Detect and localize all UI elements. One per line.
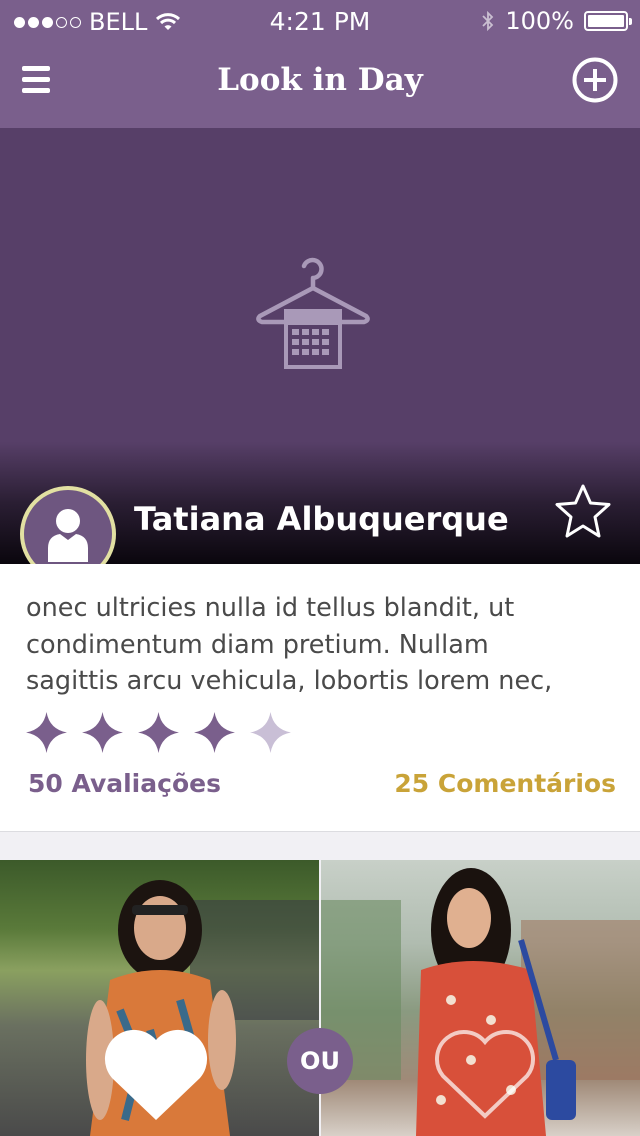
outfit-photo-right[interactable] (321, 860, 640, 1136)
rating-star-icon[interactable] (24, 710, 69, 755)
app-title: Look in Day (217, 62, 423, 98)
profile-name[interactable]: Tatiana Albuquerque (134, 500, 509, 538)
add-icon[interactable] (572, 57, 618, 103)
description-line: condimentum diam pretium. Nullam (26, 629, 489, 660)
battery-icon (584, 11, 632, 31)
star-outline-icon[interactable] (552, 482, 614, 542)
comments-link[interactable]: 25 Comentários (394, 769, 616, 798)
rating-star-icon[interactable] (248, 710, 293, 755)
status-right: 100% (481, 7, 632, 35)
hanger-calendar-icon (256, 257, 370, 369)
rating-star-icon[interactable] (136, 710, 181, 755)
bluetooth-icon (482, 10, 494, 32)
heart-icon[interactable] (102, 1028, 210, 1124)
avatar-icon (48, 509, 88, 562)
reviews-link[interactable]: 50 Avaliações (28, 769, 221, 798)
outfit-photo-left[interactable] (0, 860, 319, 1136)
divider (0, 831, 640, 832)
rating-star-icon[interactable] (80, 710, 125, 755)
or-badge[interactable]: OU (287, 1028, 353, 1094)
nav-bar: Look in Day (0, 40, 640, 128)
post-card: onec ultricies nulla id tellus blandit, … (0, 564, 640, 832)
rating-star-icon[interactable] (192, 710, 237, 755)
heart-icon[interactable] (431, 1028, 539, 1124)
description-line: sagittis arcu vehicula, lobortis lorem n… (26, 666, 553, 696)
description-line: onec ultricies nulla id tellus blandit, … (26, 593, 515, 623)
post-description: onec ultricies nulla id tellus blandit, … (26, 590, 626, 700)
status-bar: BELL 4:21 PM 100% (0, 0, 640, 40)
rating-stars[interactable] (24, 710, 293, 755)
battery-label: 100% (505, 7, 574, 35)
